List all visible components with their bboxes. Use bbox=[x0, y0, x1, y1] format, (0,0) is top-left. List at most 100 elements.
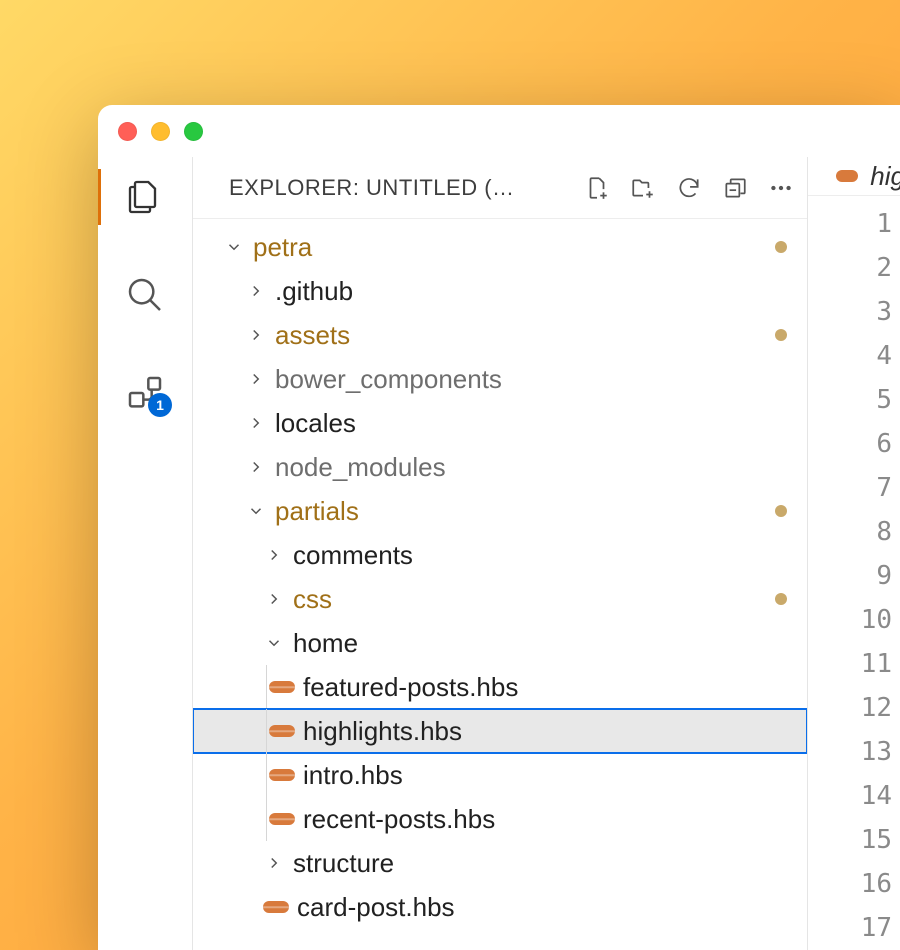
line-number: 6 bbox=[808, 422, 896, 466]
new-file-icon bbox=[584, 175, 610, 201]
modified-dot-icon bbox=[775, 593, 787, 605]
folder-node_modules[interactable]: node_modules bbox=[193, 445, 807, 489]
line-number: 11 bbox=[808, 642, 896, 686]
line-number-gutter: 1234567891011121314151617 bbox=[808, 196, 900, 950]
activity-explorer[interactable] bbox=[98, 169, 192, 225]
chevron-right-icon[interactable] bbox=[245, 280, 267, 302]
line-number: 10 bbox=[808, 598, 896, 642]
tree-item-label: assets bbox=[275, 320, 350, 351]
tree-item-label: highlights.hbs bbox=[303, 716, 462, 747]
line-number: 7 bbox=[808, 466, 896, 510]
tree-item-label: home bbox=[293, 628, 358, 659]
tree-item-label: .github bbox=[275, 276, 353, 307]
folder-.github[interactable]: .github bbox=[193, 269, 807, 313]
file-tree[interactable]: petra .github assets bower_componentslocale… bbox=[193, 219, 807, 950]
titlebar bbox=[98, 105, 900, 157]
files-icon bbox=[125, 177, 165, 217]
tree-item-label: featured-posts.hbs bbox=[303, 672, 518, 703]
folder-bower_components[interactable]: bower_components bbox=[193, 357, 807, 401]
chevron-right-icon[interactable] bbox=[245, 412, 267, 434]
chevron-down-icon[interactable] bbox=[245, 500, 267, 522]
tree-item-label: comments bbox=[293, 540, 413, 571]
minimize-window-button[interactable] bbox=[151, 122, 170, 141]
explorer-header-actions bbox=[583, 174, 795, 202]
line-number: 9 bbox=[808, 554, 896, 598]
file-card-post.hbs[interactable]: card-post.hbs bbox=[193, 885, 807, 929]
app-window: 1 EXPLORER: UNTITLED (… bbox=[98, 105, 900, 950]
open-tab-label[interactable]: hig bbox=[870, 161, 900, 192]
line-number: 12 bbox=[808, 686, 896, 730]
line-number: 15 bbox=[808, 818, 896, 862]
collapse-all-button[interactable] bbox=[721, 174, 749, 202]
refresh-button[interactable] bbox=[675, 174, 703, 202]
tree-item-label: structure bbox=[293, 848, 394, 879]
file-recent-posts.hbs[interactable]: recent-posts.hbs bbox=[193, 797, 807, 841]
activity-bar: 1 bbox=[98, 157, 192, 950]
hbs-icon bbox=[269, 811, 295, 827]
new-folder-button[interactable] bbox=[629, 174, 657, 202]
folder-comments[interactable]: comments bbox=[193, 533, 807, 577]
source-control-badge: 1 bbox=[148, 393, 172, 417]
hbs-icon bbox=[269, 679, 295, 695]
line-number: 1 bbox=[808, 202, 896, 246]
chevron-down-icon[interactable] bbox=[263, 632, 285, 654]
more-actions-button[interactable] bbox=[767, 174, 795, 202]
modified-dot-icon bbox=[775, 241, 787, 253]
folder-css[interactable]: css bbox=[193, 577, 807, 621]
tree-item-label: intro.hbs bbox=[303, 760, 403, 791]
tree-item-label: locales bbox=[275, 408, 356, 439]
folder-petra[interactable]: petra bbox=[193, 225, 807, 269]
tree-item-label: petra bbox=[253, 232, 312, 263]
line-number: 8 bbox=[808, 510, 896, 554]
tree-item-label: card-post.hbs bbox=[297, 892, 455, 923]
chevron-right-icon[interactable] bbox=[263, 852, 285, 874]
editor-tab-bar: hig bbox=[808, 157, 900, 196]
folder-structure[interactable]: structure bbox=[193, 841, 807, 885]
new-folder-icon bbox=[630, 175, 656, 201]
chevron-down-icon[interactable] bbox=[223, 236, 245, 258]
chevron-right-icon[interactable] bbox=[245, 368, 267, 390]
line-number: 5 bbox=[808, 378, 896, 422]
line-number: 3 bbox=[808, 290, 896, 334]
folder-partials[interactable]: partials bbox=[193, 489, 807, 533]
file-highlights.hbs[interactable]: highlights.hbs bbox=[193, 709, 807, 753]
close-window-button[interactable] bbox=[118, 122, 137, 141]
hbs-icon bbox=[263, 899, 289, 915]
tree-item-label: bower_components bbox=[275, 364, 502, 395]
tree-item-label: node_modules bbox=[275, 452, 446, 483]
chevron-right-icon[interactable] bbox=[245, 456, 267, 478]
file-featured-posts.hbs[interactable]: featured-posts.hbs bbox=[193, 665, 807, 709]
chevron-right-icon[interactable] bbox=[245, 324, 267, 346]
file-intro.hbs[interactable]: intro.hbs bbox=[193, 753, 807, 797]
search-icon bbox=[125, 275, 165, 315]
explorer-sidebar: EXPLORER: UNTITLED (… bbox=[192, 157, 808, 950]
modified-dot-icon bbox=[775, 329, 787, 341]
line-number: 13 bbox=[808, 730, 896, 774]
hbs-icon bbox=[836, 170, 858, 182]
editor-area: hig 1234567891011121314151617 bbox=[808, 157, 900, 950]
line-number: 4 bbox=[808, 334, 896, 378]
new-file-button[interactable] bbox=[583, 174, 611, 202]
tree-item-label: css bbox=[293, 584, 332, 615]
folder-assets[interactable]: assets bbox=[193, 313, 807, 357]
modified-dot-icon bbox=[775, 505, 787, 517]
folder-locales[interactable]: locales bbox=[193, 401, 807, 445]
line-number: 17 bbox=[808, 906, 896, 950]
hbs-icon bbox=[269, 723, 295, 739]
line-number: 16 bbox=[808, 862, 896, 906]
collapse-all-icon bbox=[722, 175, 748, 201]
activity-source-control[interactable]: 1 bbox=[98, 365, 192, 421]
refresh-icon bbox=[676, 175, 702, 201]
explorer-header: EXPLORER: UNTITLED (… bbox=[193, 157, 807, 219]
zoom-window-button[interactable] bbox=[184, 122, 203, 141]
activity-search[interactable] bbox=[98, 267, 192, 323]
folder-home[interactable]: home bbox=[193, 621, 807, 665]
hbs-icon bbox=[269, 767, 295, 783]
tree-item-label: partials bbox=[275, 496, 359, 527]
line-number: 14 bbox=[808, 774, 896, 818]
more-icon bbox=[768, 175, 794, 201]
chevron-right-icon[interactable] bbox=[263, 588, 285, 610]
line-number: 2 bbox=[808, 246, 896, 290]
tree-item-label: recent-posts.hbs bbox=[303, 804, 495, 835]
chevron-right-icon[interactable] bbox=[263, 544, 285, 566]
